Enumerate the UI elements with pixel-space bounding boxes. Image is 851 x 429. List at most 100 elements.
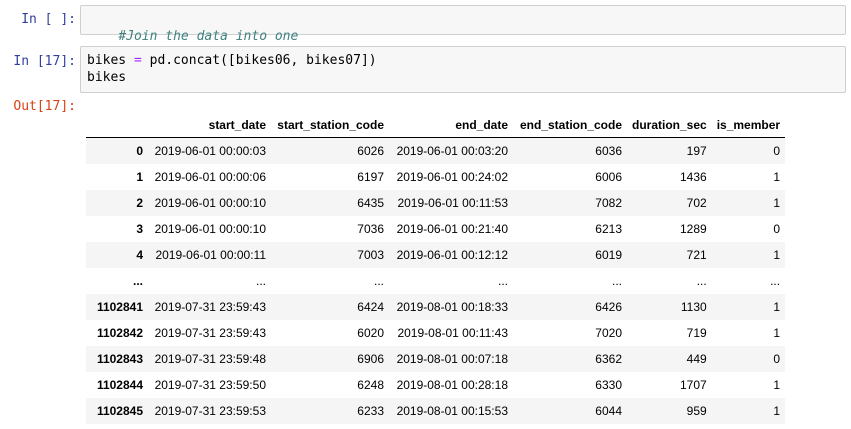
table-cell: ... xyxy=(696,274,707,288)
code-editor[interactable]: bikes = pd.concat([bikes06, bikes07]) bi… xyxy=(80,46,846,93)
table-cell: 1 xyxy=(773,378,781,392)
row-index: 4 xyxy=(136,248,143,262)
table-cell: 2019-06-01 00:12:12 xyxy=(396,248,508,262)
table-cell: 6362 xyxy=(595,352,622,366)
column-header-end-station-code: end_station_code xyxy=(513,112,627,138)
table-cell: 7036 xyxy=(357,222,384,236)
column-header-start-date: start_date xyxy=(148,112,271,138)
table-cell: 1 xyxy=(773,326,781,340)
table-cell: ... xyxy=(611,274,622,288)
table-cell: 2019-08-01 00:11:43 xyxy=(397,326,508,340)
table-cell: 6330 xyxy=(595,378,622,392)
table-cell: ... xyxy=(770,274,781,288)
column-header-start-station-code: start_station_code xyxy=(271,112,389,138)
row-index: 1102843 xyxy=(96,352,143,366)
code-cell-comment[interactable]: In [ ]: #Join the data into one xyxy=(0,5,851,44)
table-cell: 0 xyxy=(773,144,781,158)
table-row: 1102845 2019-07-31 23:59:53 6233 2019-08-01… xyxy=(86,398,786,424)
table-cell: 7003 xyxy=(357,248,384,262)
dataframe-output: start_date start_station_code end_date e… xyxy=(86,112,786,424)
table-cell: 2019-07-31 23:59:50 xyxy=(154,378,266,392)
table-cell: 2019-08-01 00:18:33 xyxy=(396,300,508,314)
table-body: 0 2019-06-01 00:00:03 6026 2019-06-01 00:03… xyxy=(86,137,786,424)
table-cell: 721 xyxy=(686,248,707,262)
table-cell: 1 xyxy=(773,196,781,210)
row-index: 0 xyxy=(136,144,143,158)
table-cell: 6026 xyxy=(357,144,384,158)
table-cell: 2019-06-01 00:00:11 xyxy=(155,248,266,262)
table-row: 4 2019-06-01 00:00:11 7003 2019-06-01 00:12… xyxy=(86,242,786,268)
table-cell: 6248 xyxy=(357,378,384,392)
table-cell: 6424 xyxy=(357,300,384,314)
table-cell: 1 xyxy=(773,170,781,184)
table-row: 2 2019-06-01 00:00:10 6435 2019-06-01 00:11… xyxy=(86,190,786,216)
table-cell: 0 xyxy=(773,222,781,236)
code-token-call: pd.concat([bikes06, bikes07]) xyxy=(149,53,377,68)
table-cell: 2019-06-01 00:24:02 xyxy=(396,170,508,184)
table-cell: 1 xyxy=(773,248,781,262)
table-cell: 2019-07-31 23:59:48 xyxy=(154,352,266,366)
table-cell: 2019-08-01 00:15:53 xyxy=(396,404,508,418)
input-prompt: In [17]: xyxy=(13,54,76,69)
table-cell: 2019-08-01 00:28:18 xyxy=(396,378,508,392)
code-comment: #Join the data into one xyxy=(118,29,299,44)
table-cell: 0 xyxy=(773,352,781,366)
table-cell: 702 xyxy=(686,196,707,210)
table-cell: 719 xyxy=(686,326,707,340)
table-cell: 6019 xyxy=(595,248,622,262)
table-cell: 7020 xyxy=(595,326,622,340)
table-cell: 197 xyxy=(686,144,707,158)
table-cell: 2019-07-31 23:59:43 xyxy=(154,300,266,314)
table-cell: 6020 xyxy=(357,326,384,340)
table-cell: 6197 xyxy=(357,170,384,184)
table-cell: 1707 xyxy=(680,378,707,392)
row-index: 1102845 xyxy=(96,404,143,418)
input-prompt: In [ ]: xyxy=(21,12,76,27)
table-cell: 1436 xyxy=(680,170,707,184)
row-index: 1 xyxy=(136,170,143,184)
code-line-2: bikes xyxy=(87,70,127,85)
table-cell: 6233 xyxy=(357,404,384,418)
table-cell: 6036 xyxy=(595,144,622,158)
table-row: 1102844 2019-07-31 23:59:50 6248 2019-08-01… xyxy=(86,372,785,398)
table-cell: ... xyxy=(373,274,384,288)
table-row: 1102841 2019-07-31 23:59:43 6424 2019-08-01… xyxy=(86,294,786,320)
table-cell: ... xyxy=(255,274,266,288)
table-cell: 2019-06-01 00:00:03 xyxy=(154,144,266,158)
table-cell: 449 xyxy=(686,352,707,366)
table-cell: 1 xyxy=(773,404,781,418)
table-cell: 2019-06-01 00:00:10 xyxy=(154,222,266,236)
row-index: ... xyxy=(132,274,143,288)
table-cell: 6006 xyxy=(595,170,622,184)
column-header-is-member: is_member xyxy=(711,112,786,138)
table-cell: 2019-07-31 23:59:43 xyxy=(154,326,266,340)
table-cell: 1 xyxy=(773,300,781,314)
table-cell: 2019-06-01 00:21:40 xyxy=(396,222,508,236)
column-header-end-date: end_date xyxy=(389,112,513,138)
table-cell: 2019-06-01 00:11:53 xyxy=(397,196,508,210)
table-cell: 6435 xyxy=(357,196,384,210)
table-cell: 7082 xyxy=(595,196,622,210)
table-row: 0 2019-06-01 00:00:03 6026 2019-06-01 00:03… xyxy=(86,137,786,164)
code-editor[interactable]: #Join the data into one xyxy=(80,5,846,44)
table-cell: 2019-07-31 23:59:53 xyxy=(154,404,266,418)
code-token-var: bikes xyxy=(87,53,127,68)
table-row: 1 2019-06-01 00:00:06 6197 2019-06-01 00:24… xyxy=(86,164,785,190)
table-cell: 6906 xyxy=(357,352,384,366)
row-index: 1102844 xyxy=(96,378,143,392)
table-cell: 1130 xyxy=(680,300,707,314)
table-cell: 2019-08-01 00:07:18 xyxy=(396,352,508,366)
row-index: 3 xyxy=(136,222,143,236)
table-cell: 2019-06-01 00:03:20 xyxy=(396,144,508,158)
table-row: 3 2019-06-01 00:00:10 7036 2019-06-01 00:21… xyxy=(86,216,785,242)
table-cell: 2019-06-01 00:00:10 xyxy=(154,196,266,210)
code-cell-concat[interactable]: In [17]: bikes = pd.concat([bikes06, bik… xyxy=(0,46,851,93)
table-cell: 1289 xyxy=(680,222,707,236)
code-token-operator: = xyxy=(126,53,150,68)
row-index: 1102842 xyxy=(96,326,143,340)
row-index: 2 xyxy=(136,196,143,210)
table-cell: 959 xyxy=(686,404,707,418)
table-cell: 6426 xyxy=(595,300,622,314)
table-cell: 2019-06-01 00:00:06 xyxy=(154,170,266,184)
table-cell: 6213 xyxy=(595,222,622,236)
